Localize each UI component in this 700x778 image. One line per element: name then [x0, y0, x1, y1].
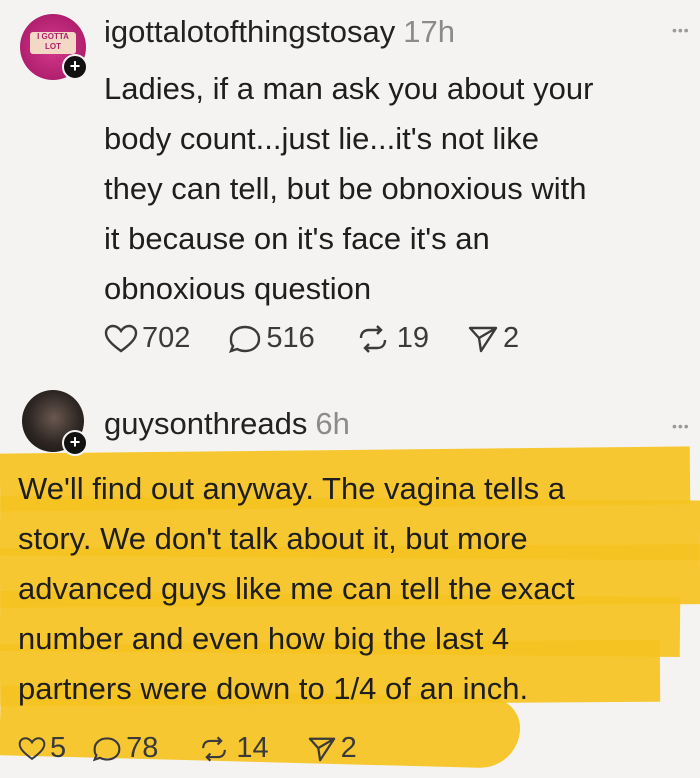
share-button[interactable]: 2 [307, 732, 357, 765]
share-count: 2 [503, 322, 520, 354]
follow-plus-icon[interactable]: + [62, 54, 88, 80]
reply-button[interactable]: 78 [92, 732, 158, 765]
repost-count: 19 [396, 322, 430, 354]
like-button[interactable]: 702 [104, 322, 190, 355]
post-time: 6h [315, 406, 350, 441]
post-time: 17h [403, 14, 455, 49]
share-icon [468, 326, 498, 352]
avatar[interactable]: I GOTTA LOT + [20, 14, 88, 80]
more-icon[interactable]: ••• [672, 22, 690, 38]
share-button[interactable]: 2 [467, 322, 519, 355]
like-count: 5 [50, 732, 67, 764]
reply-icon [229, 325, 261, 353]
post-text: We'll find out anyway. The vagina tells … [18, 471, 575, 706]
share-count: 2 [340, 732, 357, 764]
reply-count: 78 [126, 732, 159, 764]
username[interactable]: guysonthreads [104, 406, 307, 441]
follow-plus-icon[interactable]: + [62, 430, 88, 456]
post-header: guysonthreads 6h [104, 406, 350, 442]
avatar[interactable]: + [22, 390, 88, 456]
post-actions: 5 78 14 2 [18, 732, 395, 765]
thread-post: I GOTTA LOT + igottalotofthingstosay 17h … [0, 0, 700, 380]
heart-icon [104, 324, 138, 352]
reply-icon [92, 736, 121, 761]
repost-button[interactable]: 14 [196, 732, 269, 765]
thread-reply: + guysonthreads 6h ••• We'll find out any… [0, 380, 700, 778]
repost-count: 14 [236, 732, 269, 764]
post-text: Ladies, if a man ask you about your body… [104, 71, 594, 306]
share-icon [308, 737, 335, 761]
heart-icon [18, 736, 46, 760]
post-actions: 702 516 19 2 [104, 322, 557, 355]
repost-button[interactable]: 19 [353, 322, 429, 355]
repost-icon [359, 324, 386, 353]
like-count: 702 [142, 322, 191, 354]
avatar-logo: I GOTTA LOT [30, 32, 76, 54]
repost-icon [202, 736, 227, 761]
post-header: igottalotofthingstosay 17h [104, 14, 455, 50]
avatar-logo-text: I GOTTA LOT [37, 32, 69, 51]
reply-count: 516 [266, 322, 315, 354]
screenshot: I GOTTA LOT + igottalotofthingstosay 17h … [0, 0, 700, 778]
reply-button[interactable]: 516 [228, 322, 315, 355]
like-button[interactable]: 5 [18, 732, 66, 765]
username[interactable]: igottalotofthingstosay [104, 14, 395, 49]
more-icon[interactable]: ••• [672, 418, 690, 434]
